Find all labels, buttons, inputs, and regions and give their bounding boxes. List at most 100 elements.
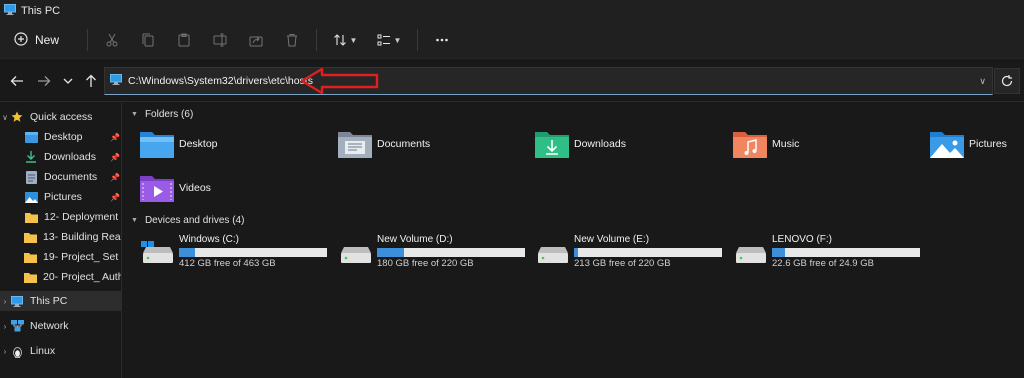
music-folder-icon	[733, 132, 767, 158]
folder-tile-downloads[interactable]: Downloads	[534, 129, 626, 159]
sort-dropdown[interactable]: ▼	[323, 26, 367, 54]
pictures-folder-icon	[930, 132, 964, 158]
folders-group-header[interactable]: ▼ Folders (6)	[131, 109, 193, 120]
pin-icon[interactable]: 📌	[110, 133, 120, 142]
folder-label: Downloads	[574, 138, 626, 150]
folder-label: Videos	[179, 182, 211, 194]
paste-button[interactable]	[166, 26, 202, 54]
folder-tile-desktop[interactable]: Desktop	[139, 129, 218, 159]
folder-tile-pictures[interactable]: Pictures	[929, 129, 1007, 159]
sidebar-item-network[interactable]: › Network	[0, 316, 121, 336]
folder-label: Pictures	[969, 138, 1007, 150]
drive-free-space: 412 GB free of 463 GB	[179, 258, 276, 269]
drives-group-header[interactable]: ▼ Devices and drives (4)	[131, 215, 244, 226]
drive-free-space: 213 GB free of 220 GB	[574, 258, 671, 269]
pin-icon[interactable]: 📌	[110, 153, 120, 162]
sidebar-item-folder[interactable]: 12- Deployment	[0, 207, 121, 227]
sidebar-item-quick-access[interactable]: ∨ Quick access	[0, 107, 121, 127]
more-icon	[436, 38, 448, 42]
folder-tile-videos[interactable]: Videos	[139, 173, 211, 203]
drive-usage-bar	[179, 248, 327, 257]
sidebar-item-linux[interactable]: › Linux	[0, 341, 121, 361]
delete-button[interactable]	[274, 26, 310, 54]
drive-tile[interactable]: New Volume (D:) 180 GB free of 220 GB	[339, 234, 529, 269]
folders-header-label: Folders (6)	[144, 109, 194, 120]
recent-locations-button[interactable]	[57, 71, 79, 91]
drive-free-space: 22.6 GB free of 24.9 GB	[772, 258, 874, 269]
drive-tile[interactable]: New Volume (E:) 213 GB free of 220 GB	[536, 234, 726, 269]
pin-icon[interactable]: 📌	[110, 193, 120, 202]
chevron-down-icon[interactable]: ∨	[0, 113, 10, 122]
folder-icon	[24, 231, 37, 243]
this-pc-icon	[10, 295, 24, 307]
document-icon	[24, 170, 38, 184]
trash-icon	[287, 34, 298, 47]
view-dropdown[interactable]: ▼	[367, 26, 411, 54]
chevron-down-icon	[63, 78, 73, 84]
chevron-down-icon[interactable]: ▼	[131, 217, 138, 224]
plus-circle-icon	[14, 31, 28, 49]
drive-tile[interactable]: Windows (C:) 412 GB free of 463 GB	[141, 234, 331, 269]
refresh-icon	[1001, 75, 1013, 87]
forward-button[interactable]	[33, 71, 55, 91]
refresh-button[interactable]	[994, 68, 1020, 94]
red-arrow-annotation	[300, 67, 379, 95]
arrow-left-icon	[10, 76, 23, 86]
sidebar-item-folder[interactable]: 13- Building Real-ti	[0, 227, 121, 247]
sidebar-item-label: 13- Building Real-ti	[43, 231, 121, 243]
folder-label: Music	[772, 138, 800, 150]
sidebar-item-folder[interactable]: 19- Project_ Set Up	[0, 247, 121, 267]
sort-icon	[333, 34, 346, 46]
back-button[interactable]	[6, 71, 28, 91]
cut-button[interactable]	[94, 26, 130, 54]
videos-folder-icon	[140, 176, 174, 202]
chevron-right-icon[interactable]: ›	[0, 297, 10, 306]
sidebar-item-documents[interactable]: Documents 📌	[0, 167, 121, 187]
sidebar-item-label: Documents	[44, 171, 98, 183]
hard-drive-icon	[341, 247, 371, 263]
up-button[interactable]	[80, 71, 102, 91]
download-icon	[24, 151, 38, 163]
drives-header-label: Devices and drives (4)	[144, 215, 245, 226]
sidebar-item-label: 12- Deployment	[44, 211, 119, 223]
separator	[417, 29, 419, 51]
drive-name: LENOVO (F:)	[772, 234, 833, 245]
drive-tile[interactable]: LENOVO (F:) 22.6 GB free of 24.9 GB	[734, 234, 924, 269]
sidebar-item-desktop[interactable]: Desktop 📌	[0, 127, 121, 147]
copy-button[interactable]	[130, 26, 166, 54]
share-icon	[249, 36, 263, 47]
new-button[interactable]: New	[14, 31, 60, 49]
chevron-down-icon: ▼	[393, 35, 402, 45]
rename-button[interactable]	[202, 26, 238, 54]
chevron-right-icon[interactable]: ›	[0, 322, 10, 331]
folder-tile-documents[interactable]: Documents	[337, 129, 430, 159]
windows-drive-icon	[141, 241, 173, 263]
folder-tile-music[interactable]: Music	[732, 129, 799, 159]
folder-label: Desktop	[179, 138, 218, 150]
sidebar-item-this-pc[interactable]: › This PC	[0, 291, 121, 311]
navigation-pane: ∨ Quick access Desktop 📌 Downloads 📌 Doc…	[0, 103, 122, 378]
sidebar-item-downloads[interactable]: Downloads 📌	[0, 147, 121, 167]
chevron-down-icon: ▼	[349, 35, 358, 45]
downloads-folder-icon	[535, 132, 569, 158]
new-label: New	[35, 33, 60, 47]
chevron-right-icon[interactable]: ›	[0, 347, 10, 356]
sidebar-item-label: This PC	[30, 295, 68, 307]
documents-folder-icon	[338, 132, 372, 158]
chevron-down-icon[interactable]: ∨	[979, 76, 986, 87]
star-icon	[10, 111, 24, 123]
desktop-folder-icon	[140, 132, 174, 158]
copy-icon	[142, 33, 154, 47]
drive-usage-fill	[574, 248, 579, 257]
share-button[interactable]	[238, 26, 274, 54]
desktop-folder-icon	[24, 131, 38, 143]
sidebar-item-label: Pictures	[44, 191, 82, 203]
pin-icon[interactable]: 📌	[110, 173, 120, 182]
address-path[interactable]: C:\Windows\System32\drivers\etc\hosts	[128, 75, 313, 87]
more-options-button[interactable]	[424, 26, 460, 54]
sidebar-item-folder[interactable]: 20- Project_ Authen	[0, 267, 121, 287]
chevron-down-icon[interactable]: ▼	[131, 111, 138, 118]
sidebar-item-pictures[interactable]: Pictures 📌	[0, 187, 121, 207]
address-bar[interactable]: C:\Windows\System32\drivers\etc\hosts ∨	[104, 67, 993, 95]
quick-access-label: Quick access	[30, 111, 93, 123]
